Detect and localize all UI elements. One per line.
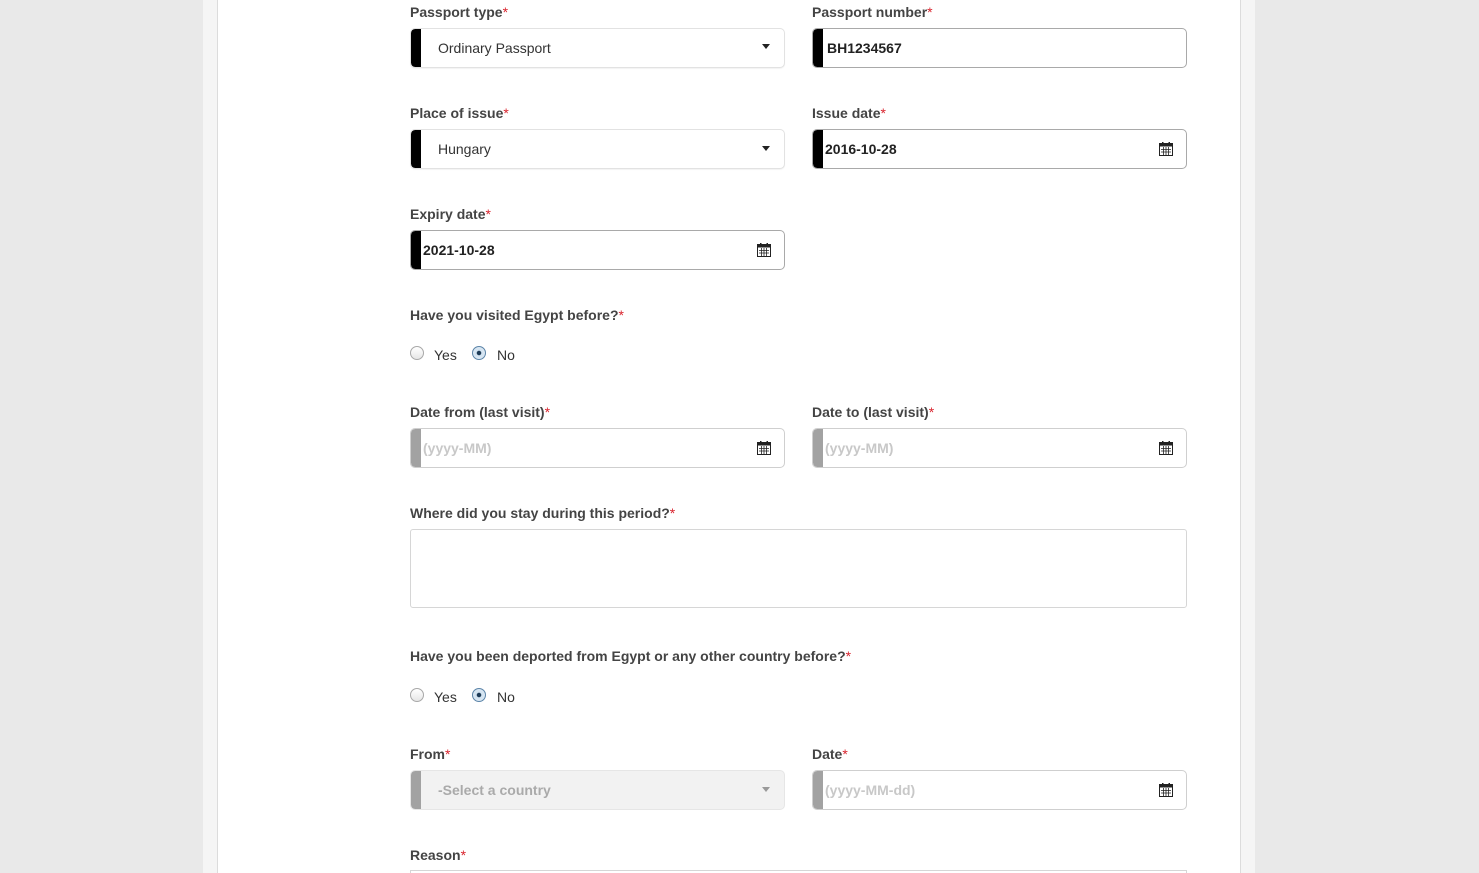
expiry-date-label: Expiry date* (410, 206, 491, 222)
deported-no-label[interactable]: No (497, 689, 515, 705)
field-accent-bar (411, 130, 421, 168)
stay-location-textarea[interactable] (410, 529, 1187, 608)
calendar-icon[interactable] (1159, 142, 1173, 156)
field-accent-bar (813, 771, 823, 809)
deport-date-label: Date* (812, 746, 848, 762)
calendar-icon[interactable] (757, 441, 771, 455)
passport-number-value: BH1234567 (827, 40, 902, 56)
expiry-date-input[interactable]: 2021-10-28 (410, 230, 785, 270)
passport-type-value: Ordinary Passport (438, 40, 551, 56)
deport-from-select[interactable]: -Select a country (410, 770, 785, 810)
passport-type-select[interactable]: Ordinary Passport (410, 28, 785, 68)
deported-yes-label[interactable]: Yes (434, 689, 457, 705)
calendar-icon[interactable] (757, 243, 771, 257)
place-of-issue-label: Place of issue* (410, 105, 509, 121)
deport-date-input[interactable]: (yyyy-MM-dd) (812, 770, 1187, 810)
visited-yes-label[interactable]: Yes (434, 347, 457, 363)
field-accent-bar (411, 429, 421, 467)
deported-before-question: Have you been deported from Egypt or any… (410, 648, 852, 664)
visited-no-radio[interactable] (472, 346, 486, 360)
calendar-icon[interactable] (1159, 783, 1173, 797)
chevron-down-icon (762, 787, 770, 792)
field-accent-bar (813, 29, 823, 67)
visited-no-label[interactable]: No (497, 347, 515, 363)
issue-date-input[interactable]: 2016-10-28 (812, 129, 1187, 169)
deported-no-radio[interactable] (472, 688, 486, 702)
passport-type-label: Passport type* (410, 4, 509, 20)
chevron-down-icon (762, 44, 770, 49)
date-from-input[interactable]: (yyyy-MM) (410, 428, 785, 468)
date-to-input[interactable]: (yyyy-MM) (812, 428, 1187, 468)
issue-date-label: Issue date* (812, 105, 886, 121)
date-to-label: Date to (last visit)* (812, 404, 935, 420)
deport-from-label: From* (410, 746, 451, 762)
stay-location-label: Where did you stay during this period?* (410, 505, 676, 521)
visited-yes-radio[interactable] (410, 346, 424, 360)
visited-before-question: Have you visited Egypt before?* (410, 307, 624, 323)
field-accent-bar (411, 29, 421, 67)
place-of-issue-value: Hungary (438, 141, 491, 157)
issue-date-value: 2016-10-28 (825, 141, 897, 157)
passport-number-label: Passport number* (812, 4, 933, 20)
deport-date-placeholder: (yyyy-MM-dd) (825, 782, 916, 798)
field-accent-bar (411, 231, 421, 269)
reason-label: Reason* (410, 847, 467, 863)
expiry-date-value: 2021-10-28 (423, 242, 495, 258)
date-from-placeholder: (yyyy-MM) (423, 440, 492, 456)
field-accent-bar (411, 771, 421, 809)
passport-number-input[interactable]: BH1234567 (812, 28, 1187, 68)
calendar-icon[interactable] (1159, 441, 1173, 455)
date-to-placeholder: (yyyy-MM) (825, 440, 894, 456)
deport-from-placeholder: -Select a country (438, 782, 551, 798)
field-accent-bar (813, 429, 823, 467)
place-of-issue-select[interactable]: Hungary (410, 129, 785, 169)
deported-yes-radio[interactable] (410, 688, 424, 702)
chevron-down-icon (762, 146, 770, 151)
field-accent-bar (813, 130, 823, 168)
date-from-label: Date from (last visit)* (410, 404, 551, 420)
